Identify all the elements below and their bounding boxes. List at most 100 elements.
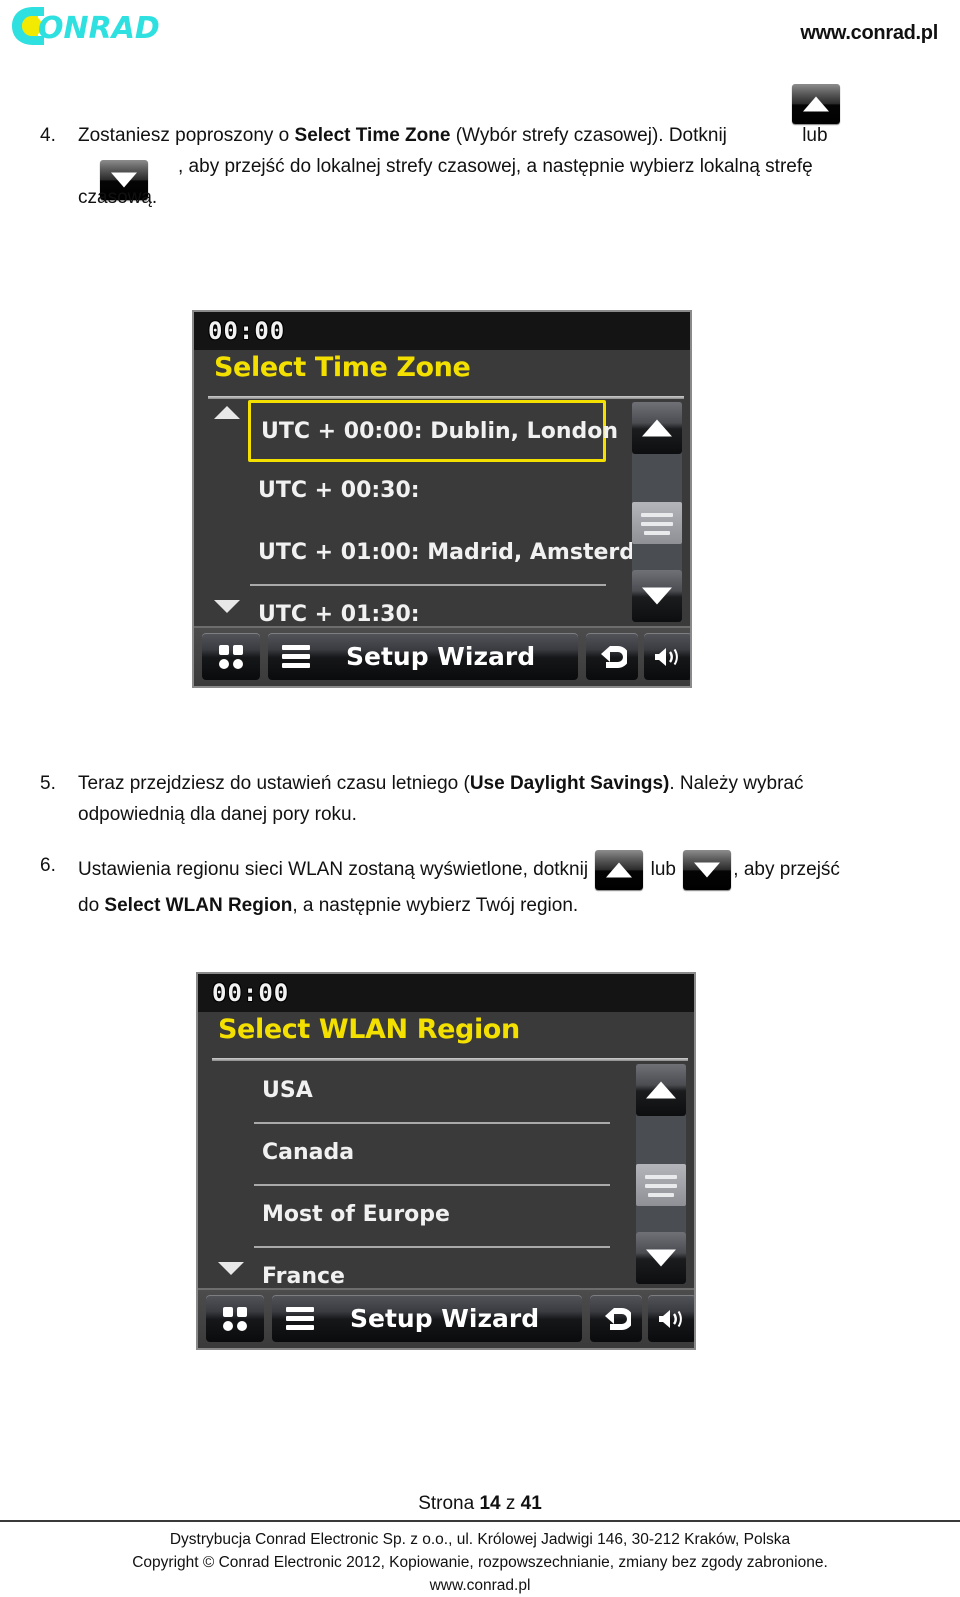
page-mid: z [500,1493,521,1514]
footer-divider [0,1520,960,1522]
scroll-down-icon[interactable] [632,570,682,622]
page-down-arrow-icon[interactable] [214,600,240,613]
step-6-bold-select-wlan-region: Select WLAN Region [104,895,293,916]
setup-wizard-label: Setup Wizard [350,1304,540,1333]
list-item-label: Most of Europe [262,1202,450,1227]
speaker-volume-icon[interactable] [648,1295,694,1342]
grid-menu-icon[interactable] [206,1295,264,1342]
step-4-seg3: , aby przejść do lokalnej strefy czasowe… [178,156,813,177]
step-4-text: Zostaniesz poproszony o Select Time Zone… [78,120,932,213]
triangle-down-glyph [642,587,672,605]
time-zone-list: UTC + 00:00: Dublin, London UTC + 00:30:… [248,400,673,648]
grid-menu-icon[interactable] [202,633,260,680]
list-item-label: USA [262,1078,313,1103]
list-item[interactable]: UTC + 01:00: Madrid, Amsterdam [248,524,673,586]
header-site-url: www.conrad.pl [800,22,938,44]
scrollbar[interactable] [632,402,682,622]
list-item[interactable]: UTC + 00:00: Dublin, London [248,400,618,462]
triangle-up-glyph [642,419,672,437]
device-screen-title: Select WLAN Region [218,1014,520,1045]
step-4-seg1: Zostaniesz poproszony o [78,125,295,146]
triangle-up-glyph [606,862,633,878]
step-5-text: Teraz przejdziesz do ustawień czasu letn… [78,768,932,830]
step-4-number: 4. [40,125,56,146]
scroll-thumb-grip-icon[interactable] [632,502,682,544]
device-status-bar: 00:00 [194,312,690,350]
triangle-down-glyph [694,862,721,878]
page-up-arrow-icon[interactable] [214,406,240,419]
device-screen-title: Select Time Zone [214,352,471,383]
page-total: 41 [520,1493,542,1514]
device-screen-select-wlan-region[interactable]: 00:00 Select WLAN Region USA Canada Most… [196,972,696,1350]
step-6-seg4: , a następnie wybierz Twój region. [292,895,579,916]
device-clock: 00:00 [208,317,286,345]
device-status-bar: 00:00 [198,974,694,1012]
device-screen-select-time-zone[interactable]: 00:00 Select Time Zone UTC + 00:00: Dubl… [192,310,692,688]
hamburger-icon [286,1307,314,1330]
back-arrow-icon[interactable] [590,1295,642,1342]
page-current: 14 [479,1493,501,1514]
step-6-seg2: , aby przejść [733,859,840,881]
page-down-arrow-icon[interactable] [218,1262,244,1275]
step-5-number: 5. [40,773,56,794]
arrow-up-button-icon[interactable] [792,84,840,124]
step-5: 5. Teraz przejdziesz do ustawień czasu l… [0,768,960,830]
page-number: Strona 14 z 41 [0,1493,960,1520]
step-5-seg1: Teraz przejdziesz do ustawień czasu letn… [78,773,470,794]
setup-wizard-label: Setup Wizard [346,642,536,671]
list-item-label: France [262,1264,345,1289]
list-item-label: UTC + 01:00: Madrid, Amsterdam [258,540,673,565]
step-4-seg4: czasową. [78,187,158,208]
arrow-up-button-icon[interactable] [595,850,644,890]
footer-copyright: Copyright © Conrad Electronic 2012, Kopi… [132,1554,828,1571]
step-6: 6. Ustawienia regionu sieci WLAN zostaną… [0,850,960,921]
triangle-up-glyph [803,96,829,112]
page-prefix: Strona [418,1493,480,1514]
list-item-label: UTC + 01:30: [258,602,420,627]
scroll-down-icon[interactable] [636,1232,686,1284]
step-6-text: Ustawienia regionu sieci WLAN zostaną wy… [78,850,932,921]
scrollbar[interactable] [636,1064,686,1284]
device-toolbar: Setup Wizard [198,1288,694,1348]
device-clock: 00:00 [212,979,290,1007]
step-5-bold-use-daylight-savings: Use Daylight Savings) [469,773,670,794]
list-item[interactable]: Most of Europe [252,1186,610,1248]
page-footer: Strona 14 z 41 Dystrybucja Conrad Electr… [0,1493,960,1597]
title-divider [208,396,684,399]
step-4-seg2: (Wybór strefy czasowej). Dotknij [450,125,727,146]
list-item[interactable]: Canada [252,1124,610,1186]
back-arrow-icon[interactable] [586,633,638,680]
step-6-seg1: Ustawienia regionu sieci WLAN zostaną wy… [78,859,589,881]
title-divider [212,1058,688,1061]
step-6-number: 6. [40,855,56,876]
conrad-logo: ONRAD [8,5,168,47]
arrow-down-button-icon[interactable] [683,850,732,890]
step-5-seg2: . Należy wybrać [669,773,804,794]
list-item[interactable]: USA [252,1062,610,1124]
hamburger-icon [282,645,310,668]
setup-wizard-button[interactable]: Setup Wizard [272,1295,582,1342]
list-item-label: UTC + 00:00: Dublin, London [261,419,619,444]
scroll-up-icon[interactable] [636,1064,686,1116]
setup-wizard-button[interactable]: Setup Wizard [268,633,578,680]
list-item[interactable]: UTC + 00:30: [248,462,606,524]
step-6-or-label: lub [650,859,676,881]
footer-url: www.conrad.pl [429,1577,531,1594]
step-5-seg3: odpowiednią dla danej pory roku. [78,804,357,825]
wlan-region-list: USA Canada Most of Europe France [252,1062,610,1310]
scroll-thumb-grip-icon[interactable] [636,1164,686,1206]
step-4: 4. Zostaniesz poproszony o Select Time Z… [0,120,960,213]
list-item-label: Canada [262,1140,355,1165]
scroll-up-icon[interactable] [632,402,682,454]
triangle-up-glyph [646,1081,676,1099]
list-item-label: UTC + 00:30: [258,478,420,503]
speaker-volume-icon[interactable] [644,633,690,680]
footer-address: Dystrybucja Conrad Electronic Sp. z o.o.… [169,1531,791,1548]
svg-text:ONRAD: ONRAD [38,11,160,46]
step-6-seg3: do [78,895,105,916]
device-toolbar: Setup Wizard [194,626,690,686]
page-header: ONRAD www.conrad.pl [0,0,960,62]
step-4-bold-select-time-zone: Select Time Zone [294,125,451,146]
step-4-or-label: lub [802,125,828,146]
triangle-down-glyph [646,1249,676,1267]
